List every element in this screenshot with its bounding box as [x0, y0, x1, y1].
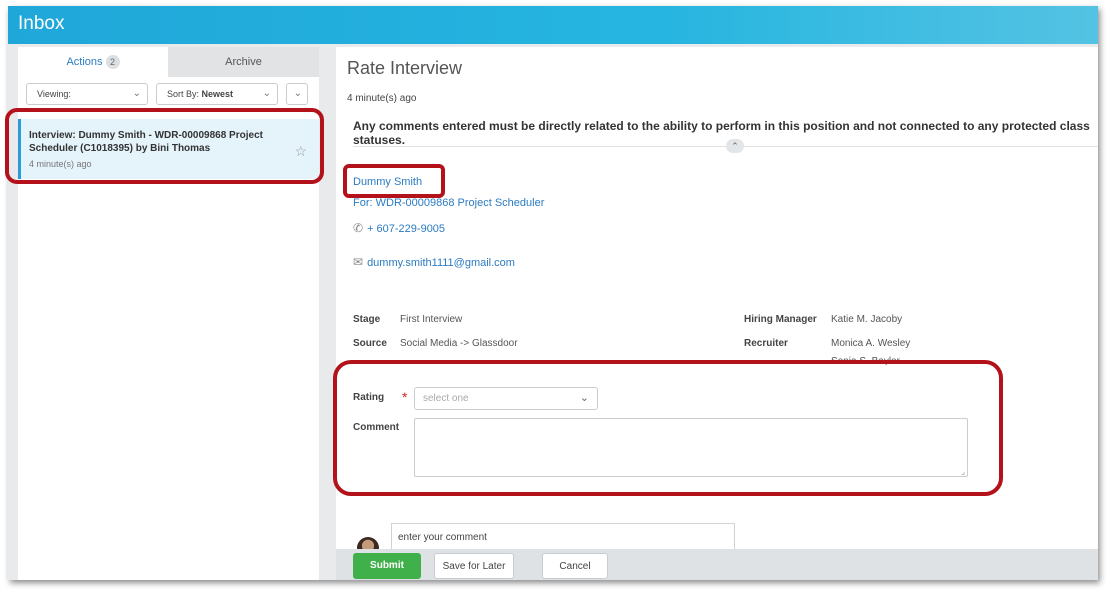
source-label: Source: [353, 338, 387, 349]
recruiter-value: Monica A. Wesley: [831, 338, 911, 349]
requisition-link[interactable]: For: WDR-00009868 Project Scheduler: [353, 197, 544, 209]
inbox-item-title: Interview: Dummy Smith - WDR-00009868 Pr…: [29, 130, 263, 154]
tab-archive[interactable]: Archive: [168, 47, 319, 77]
email-row: ✉ dummy.smith1111@gmail.com: [353, 255, 515, 269]
app-window: Inbox Actions 2 Archive Viewing: ⌄ Sort B…: [8, 6, 1098, 580]
star-icon[interactable]: ☆: [294, 143, 307, 160]
filter-bar: Viewing: ⌄ Sort By: Newest ⌄ ⌄: [18, 83, 319, 109]
actions-count-badge: 2: [105, 55, 120, 69]
tab-actions-label: Actions: [66, 56, 103, 68]
rating-label: Rating: [353, 392, 385, 403]
task-time: 4 minute(s) ago: [347, 93, 417, 104]
recruiter-value-2: Sonia S. Baylor: [831, 356, 900, 365]
phone-number[interactable]: + 607-229-9005: [367, 223, 445, 235]
required-asterisk: *: [402, 389, 408, 405]
resize-grip-icon[interactable]: ⌟: [961, 467, 965, 476]
mail-icon: ✉: [353, 255, 364, 269]
stage-value: First Interview: [400, 314, 463, 325]
inbox-item[interactable]: Interview: Dummy Smith - WDR-00009868 Pr…: [18, 119, 319, 179]
sort-dropdown[interactable]: Sort By: Newest ⌄: [156, 83, 278, 105]
tab-archive-label: Archive: [225, 56, 262, 68]
email-link[interactable]: dummy.smith1111@gmail.com: [367, 257, 515, 269]
chevron-up-icon[interactable]: ⌃: [726, 139, 744, 153]
chevron-down-icon: ⌄: [262, 88, 271, 99]
rating-placeholder: select one: [423, 393, 469, 404]
phone-row: ✆ + 607-229-9005: [353, 221, 445, 235]
source-value: Social Media -> Glassdoor: [400, 338, 518, 349]
inbox-list-panel: Actions 2 Archive Viewing: ⌄ Sort By: New…: [18, 47, 319, 580]
sort-value: Newest: [201, 89, 234, 99]
header-bar: Inbox: [8, 6, 1098, 44]
tab-actions[interactable]: Actions 2: [18, 47, 168, 77]
page-title: Rate Interview: [347, 58, 463, 78]
phone-icon: ✆: [353, 221, 364, 235]
comment-textarea[interactable]: ⌟: [414, 418, 968, 477]
candidate-name-link[interactable]: Dummy Smith: [353, 176, 422, 188]
hiring-manager-value: Katie M. Jacoby: [831, 314, 903, 325]
save-for-later-button[interactable]: Save for Later: [434, 553, 514, 579]
chevron-down-icon: ⌄: [132, 88, 141, 99]
recruiter-label: Recruiter: [744, 338, 788, 349]
more-options-dropdown[interactable]: ⌄: [286, 83, 308, 105]
task-detail-panel: Rate Interview 4 minute(s) ago Any comme…: [336, 47, 1098, 580]
comment-label: Comment: [353, 422, 400, 433]
stage-label: Stage: [353, 314, 381, 325]
app-title: Inbox: [18, 13, 65, 34]
inbox-item-time: 4 minute(s) ago: [29, 159, 92, 169]
viewing-label: Viewing:: [37, 89, 71, 99]
cancel-button[interactable]: Cancel: [542, 553, 608, 579]
sort-label: Sort By:: [167, 89, 200, 99]
inbox-tabs: Actions 2 Archive: [18, 47, 319, 77]
submit-button[interactable]: Submit: [353, 553, 421, 579]
hiring-manager-label: Hiring Manager: [744, 314, 817, 325]
viewing-dropdown[interactable]: Viewing: ⌄: [26, 83, 148, 105]
rating-select[interactable]: select one ⌄: [414, 387, 598, 410]
chevron-down-icon: ⌄: [293, 88, 302, 99]
chevron-down-icon: ⌄: [579, 392, 589, 404]
